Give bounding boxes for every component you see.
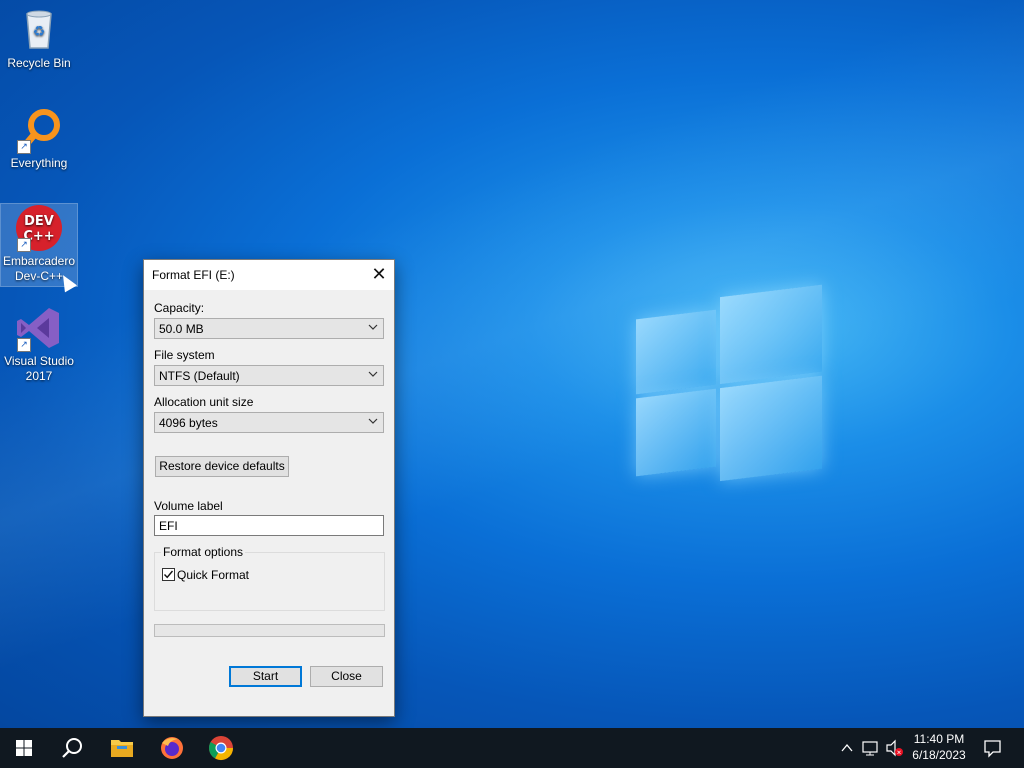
allocation-value: 4096 bytes [159,416,218,430]
windows-logo-wallpaper [636,279,822,492]
desktop-icon-label: Recycle Bin [7,56,71,70]
shortcut-arrow-icon: ↗ [17,140,31,154]
clock[interactable]: 11:40 PM 6/18/2023 [906,728,972,768]
svg-text:♻: ♻ [33,24,46,40]
start-icon [16,740,32,756]
checkmark-icon [163,570,174,579]
start-button[interactable] [0,728,48,768]
shortcut-arrow-icon: ↗ [17,338,31,352]
desktop-icon-visual-studio[interactable]: ↗ Visual Studio 2017 [1,304,77,384]
everything-search-icon: ↗ [15,106,63,154]
capacity-value: 50.0 MB [159,322,204,336]
desktop-icon-label: Everything [10,156,68,170]
taskbar-file-explorer[interactable] [98,728,146,768]
network-tray[interactable] [860,728,882,768]
show-hidden-icons-button[interactable] [838,728,856,768]
format-options-label: Format options [161,545,246,559]
desktop-icon-recycle-bin[interactable]: ♻ Recycle Bin [1,6,77,71]
notification-icon [984,740,1001,758]
file-explorer-icon [111,740,133,757]
quick-format-label[interactable]: Quick Format [177,568,249,582]
recycle-bin-icon: ♻ [15,6,63,54]
volume-label-label: Volume label [154,499,223,513]
filesystem-label: File system [154,348,215,362]
volume-label-value: EFI [159,519,178,533]
chevron-down-icon [368,371,378,377]
dialog-titlebar[interactable]: Format EFI (E:) ✕ [144,260,394,290]
taskbar-chrome[interactable] [197,728,245,768]
firefox-icon [161,737,183,759]
dialog-title: Format EFI (E:) [152,268,235,282]
start-button[interactable]: Start [229,666,302,687]
capacity-label: Capacity: [154,301,205,315]
network-icon [862,741,878,756]
quick-format-checkbox[interactable] [162,568,175,581]
format-options-group: Format options Quick Format [154,545,385,611]
shortcut-arrow-icon: ↗ [17,238,31,252]
volume-label-input[interactable]: EFI [154,515,384,536]
chevron-down-icon [368,324,378,330]
chrome-icon [208,736,233,761]
search-button[interactable] [48,728,96,768]
desktop-icon-everything[interactable]: ↗ Everything [1,106,77,171]
chevron-down-icon [368,418,378,424]
allocation-label: Allocation unit size [154,395,254,409]
volume-muted-icon: ✕ [886,739,903,757]
clock-date: 6/18/2023 [912,748,966,762]
clock-time: 11:40 PM [913,732,965,746]
visual-studio-icon: ↗ [15,304,63,352]
capacity-select[interactable]: 50.0 MB [154,318,384,339]
devcpp-icon: DEV C++ ↗ [15,204,63,252]
action-center-button[interactable] [978,728,1008,768]
dialog-body: Capacity: 50.0 MB File system NTFS (Defa… [144,290,394,716]
format-dialog: Format EFI (E:) ✕ Capacity: 50.0 MB File… [143,259,395,717]
desktop-icon-label: Visual Studio 2017 [4,354,74,383]
format-progress-bar [154,624,385,637]
close-button[interactable]: Close [310,666,383,687]
chevron-up-icon [841,743,853,752]
svg-text:DEV: DEV [24,214,54,229]
close-icon[interactable]: ✕ [364,260,394,290]
taskbar-firefox[interactable] [148,728,196,768]
svg-text:✕: ✕ [896,750,901,757]
desktop: ♻ Recycle Bin ↗ Everything DEV C++ ↗ Emb… [0,0,1024,728]
volume-tray[interactable]: ✕ [884,728,906,768]
filesystem-value: NTFS (Default) [159,369,240,383]
filesystem-select[interactable]: NTFS (Default) [154,365,384,386]
restore-defaults-button[interactable]: Restore device defaults [155,456,289,477]
allocation-select[interactable]: 4096 bytes [154,412,384,433]
search-icon [62,738,82,758]
taskbar: ✕ 11:40 PM 6/18/2023 [0,728,1024,768]
